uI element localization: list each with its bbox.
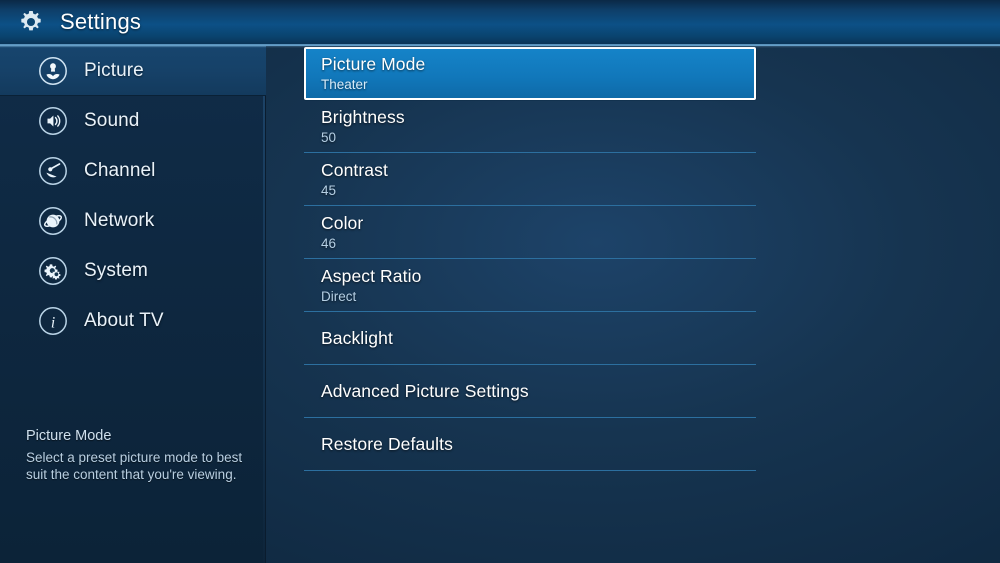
row-label: Aspect Ratio [321,266,422,286]
sidebar-item-label: Picture [84,60,144,81]
row-value: Direct [321,289,357,304]
sidebar-item-label: Channel [84,160,156,181]
row-label: Brightness [321,107,405,127]
settings-row-backlight[interactable]: Backlight [304,312,756,365]
row-value: 46 [321,236,337,251]
sidebar-item-label: About TV [84,310,164,331]
settings-row-advanced-picture-settings[interactable]: Advanced Picture Settings [304,365,756,418]
help-description: Select a preset picture mode to best sui… [26,450,243,482]
row-label: Restore Defaults [321,433,453,454]
row-label: Advanced Picture Settings [321,380,529,401]
satellite-dish-icon [38,156,68,186]
settings-row-color[interactable]: Color 46 [304,206,756,259]
help-title: Picture Mode [26,428,112,444]
sidebar-item-picture[interactable]: Picture [0,46,266,96]
settings-row-contrast[interactable]: Contrast 45 [304,153,756,206]
header-bar: Settings [0,0,1000,48]
settings-row-brightness[interactable]: Brightness 50 [304,100,756,153]
gear-icon [16,7,46,37]
svg-text:i: i [51,314,55,331]
sidebar-nav: Picture Sound Channel Network System i A… [0,46,266,563]
row-value: 50 [321,130,337,145]
globe-icon [38,206,68,236]
sidebar-item-system[interactable]: System [0,246,266,296]
flower-icon [38,56,68,86]
row-label: Color [321,213,364,233]
sidebar-item-channel[interactable]: Channel [0,146,266,196]
sidebar-item-sound[interactable]: Sound [0,96,266,146]
row-label: Picture Mode [321,54,426,74]
row-value: 45 [321,183,337,198]
settings-list: Picture Mode Theater Brightness 50 Contr… [304,47,756,471]
sidebar-item-label: Sound [84,110,140,131]
settings-row-aspect-ratio[interactable]: Aspect Ratio Direct [304,259,756,312]
gears-icon [38,256,68,286]
sidebar-item-about-tv[interactable]: i About TV [0,296,266,346]
tv-settings-screen: Settings Picture Sound Channel Network S… [0,0,1000,563]
row-label: Contrast [321,160,388,180]
row-value: Theater [321,77,368,92]
settings-row-restore-defaults[interactable]: Restore Defaults [304,418,756,471]
row-label: Backlight [321,327,393,348]
sidebar-item-network[interactable]: Network [0,196,266,246]
settings-row-picture-mode[interactable]: Picture Mode Theater [304,47,756,100]
sidebar-item-label: Network [84,210,155,231]
sidebar-item-label: System [84,260,148,281]
info-icon: i [38,306,68,336]
speaker-icon [38,106,68,136]
help-panel: Picture Mode Select a preset picture mod… [26,428,244,483]
page-title: Settings [60,9,142,34]
